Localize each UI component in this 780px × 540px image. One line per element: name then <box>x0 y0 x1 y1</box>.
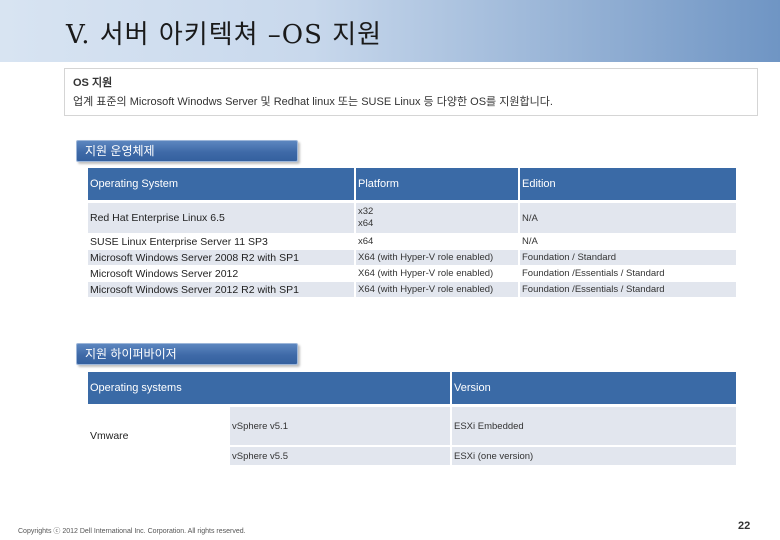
table-row-edition: N/A <box>520 234 736 249</box>
table-row-os: Microsoft Windows Server 2012 <box>88 266 354 281</box>
intro-box: OS 지원 업계 표준의 Microsoft Winodws Server 및 … <box>64 68 758 116</box>
table-row-os: SUSE Linux Enterprise Server 11 SP3 <box>88 234 354 249</box>
table-row-os: Microsoft Windows Server 2008 R2 with SP… <box>88 250 354 265</box>
table-row-os: Red Hat Enterprise Linux 6.5 <box>88 203 354 233</box>
table-row-platform: x32 x64 <box>356 203 518 233</box>
copyright-footer: Copyrights ⓒ 2012 Dell International Inc… <box>18 528 246 535</box>
header-operating-systems: Operating systems <box>88 372 450 404</box>
page-number: 22 <box>738 520 751 532</box>
table-row-platform: X64 (with Hyper-V role enabled) <box>356 282 518 297</box>
table-row-version: ESXi (one version) <box>452 447 736 465</box>
table-row-platform: X64 (with Hyper-V role enabled) <box>356 266 518 281</box>
table-row-platform: X64 (with Hyper-V role enabled) <box>356 250 518 265</box>
slide-title: V. 서버 아키텍쳐 –OS 지원 <box>66 20 383 50</box>
table-row-version: ESXi Embedded <box>452 407 736 445</box>
table-row-product: vSphere v5.1 <box>230 407 450 445</box>
header-version: Version <box>452 372 736 404</box>
table-row-edition: Foundation / Standard <box>520 250 736 265</box>
title-banner: V. 서버 아키텍쳐 –OS 지원 <box>0 0 780 62</box>
table-row-os: Microsoft Windows Server 2012 R2 with SP… <box>88 282 354 297</box>
table-row-edition: Foundation /Essentials / Standard <box>520 266 736 281</box>
intro-heading: OS 지원 <box>73 77 113 89</box>
table-row-product: vSphere v5.5 <box>230 447 450 465</box>
table-row-edition: N/A <box>520 203 736 233</box>
table-row-platform: x64 <box>356 234 518 249</box>
header-operating-system: Operating System <box>88 168 354 200</box>
platform-line: x64 <box>358 218 374 229</box>
platform-line: x32 <box>358 206 374 217</box>
section-hypervisor-label: 지원 하이퍼바이저 <box>76 343 298 365</box>
vendor-cell: Vmware <box>88 407 228 465</box>
header-platform: Platform <box>356 168 518 200</box>
table-row-edition: Foundation /Essentials / Standard <box>520 282 736 297</box>
section-supported-os-label: 지원 운영체제 <box>76 140 298 162</box>
header-edition: Edition <box>520 168 736 200</box>
intro-text: 업계 표준의 Microsoft Winodws Server 및 Redhat… <box>73 96 553 108</box>
